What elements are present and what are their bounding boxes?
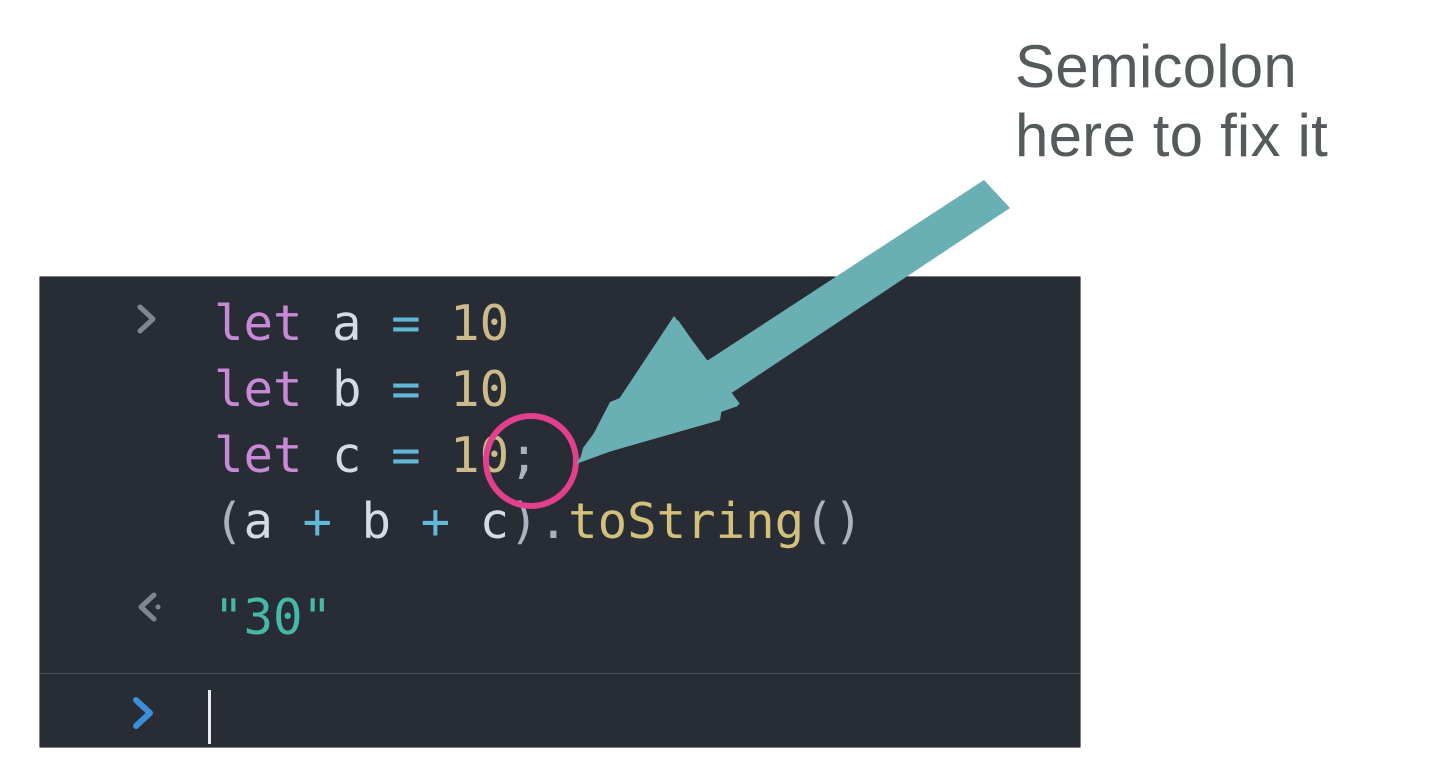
input-chevron-icon [132, 303, 164, 335]
output-chevron-icon [132, 591, 164, 623]
method-tostring: toString [568, 493, 804, 550]
var-c: c [332, 427, 362, 484]
console-input-code[interactable]: let a = 10 let b = 10 let c = 10; (a + b… [136, 291, 1080, 555]
annotation-line-1: Semicolon [1015, 33, 1297, 100]
annotation-text: Semicolon here to fix it [1015, 32, 1435, 170]
semicolon: ; [509, 427, 539, 484]
keyword-let: let [214, 361, 303, 418]
op-eq: = [391, 295, 421, 352]
var-a: a [332, 295, 362, 352]
console-input-row: let a = 10 let b = 10 let c = 10; (a + b… [40, 277, 1080, 561]
num-10: 10 [450, 295, 509, 352]
keyword-let: let [214, 427, 303, 484]
op-eq: = [391, 427, 421, 484]
op-eq: = [391, 361, 421, 418]
figure-canvas: Semicolon here to fix it [0, 0, 1436, 774]
num-10: 10 [450, 361, 509, 418]
devtools-console: let a = 10 let b = 10 let c = 10; (a + b… [40, 277, 1080, 747]
console-prompt-row[interactable] [40, 674, 1080, 756]
var-b: b [332, 361, 362, 418]
paren-close: ) [509, 493, 539, 550]
prompt-chevron-icon [132, 696, 156, 735]
console-output-row: "30" [40, 561, 1080, 673]
console-output-value: "30" [136, 581, 1080, 655]
keyword-let: let [214, 295, 303, 352]
text-cursor-icon [208, 690, 211, 744]
annotation-line-2: here to fix it [1015, 102, 1328, 169]
paren-open: ( [214, 493, 244, 550]
num-10: 10 [450, 427, 509, 484]
